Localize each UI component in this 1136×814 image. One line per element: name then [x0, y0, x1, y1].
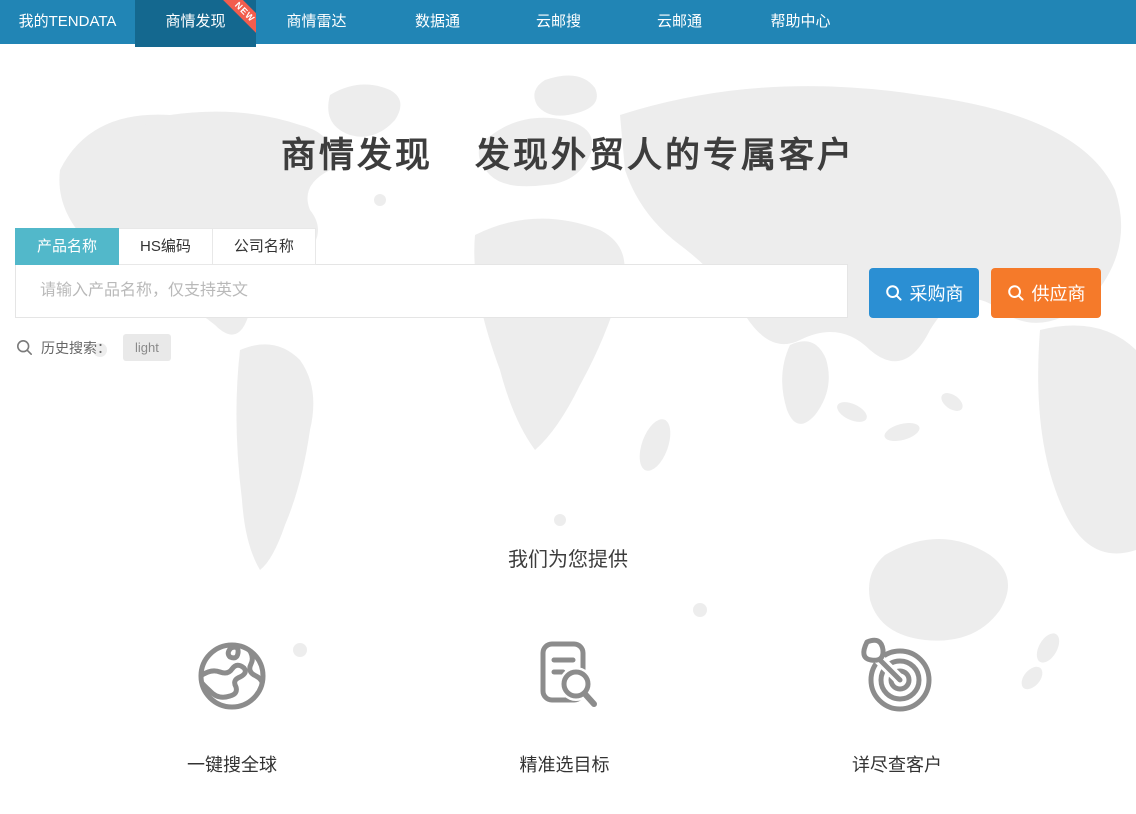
search-tabs: 产品名称 HS编码 公司名称	[15, 228, 316, 265]
nav-item-label: 我的TENDATA	[19, 13, 117, 30]
history-search-label: 历史搜索：	[41, 338, 111, 358]
page-title-left: 商情发现	[281, 135, 433, 176]
buyer-search-button[interactable]: 采购商	[869, 268, 979, 318]
nav-item-cloud-mail[interactable]: 云邮通	[619, 0, 740, 44]
nav-item-business-radar[interactable]: 商情雷达	[256, 0, 377, 44]
supplier-search-button[interactable]: 供应商	[991, 268, 1101, 318]
history-search-row: 历史搜索： light	[16, 334, 171, 361]
search-input[interactable]	[15, 264, 848, 318]
page: 我的TENDATA 商情发现 NEW 商情雷达 数据通 云邮搜 云邮通 帮助中心…	[0, 0, 1136, 814]
feature-global-search: 一键搜全球	[132, 634, 332, 777]
nav-item-label: 云邮搜	[536, 13, 581, 30]
tab-label: 产品名称	[37, 238, 97, 255]
feature-label: 一键搜全球	[132, 751, 332, 777]
features-heading: 我们为您提供	[0, 543, 1136, 572]
page-title-right: 发现外贸人的专属客户	[475, 135, 855, 176]
tab-hs-code[interactable]: HS编码	[119, 228, 213, 265]
nav-item-data-link[interactable]: 数据通	[377, 0, 498, 44]
nav-item-label: 云邮通	[657, 13, 702, 30]
nav-item-my-tendata[interactable]: 我的TENDATA	[0, 0, 135, 44]
feature-label: 精准选目标	[465, 751, 665, 777]
nav-item-label: 商情发现	[165, 13, 225, 30]
tab-label: 公司名称	[234, 238, 294, 255]
nav-item-help-center[interactable]: 帮助中心	[740, 0, 861, 44]
search-icon	[885, 284, 903, 302]
buyer-button-label: 采购商	[910, 280, 964, 306]
history-search-tag[interactable]: light	[123, 334, 171, 361]
tab-product-name[interactable]: 产品名称	[15, 228, 119, 265]
new-badge: NEW	[223, 0, 256, 34]
document-search-icon	[523, 634, 607, 718]
nav-item-cloud-mail-search[interactable]: 云邮搜	[498, 0, 619, 44]
tab-label: HS编码	[140, 238, 191, 255]
top-navbar: 我的TENDATA 商情发现 NEW 商情雷达 数据通 云邮搜 云邮通 帮助中心	[0, 0, 1136, 44]
supplier-button-label: 供应商	[1032, 280, 1086, 306]
feature-label: 详尽查客户	[797, 751, 997, 777]
page-title: 商情发现 发现外贸人的专属客户	[0, 127, 1136, 178]
nav-item-business-discovery[interactable]: 商情发现 NEW	[135, 0, 256, 47]
globe-icon	[190, 634, 274, 718]
tab-company-name[interactable]: 公司名称	[213, 228, 316, 265]
nav-item-label: 帮助中心	[770, 13, 830, 30]
features-row: 一键搜全球 精准选目标	[0, 634, 1136, 777]
nav-item-label: 数据通	[415, 13, 460, 30]
feature-detailed-customer: 详尽查客户	[797, 634, 997, 777]
history-search-icon	[16, 339, 33, 356]
target-dart-icon	[855, 634, 939, 718]
feature-precise-target: 精准选目标	[465, 634, 665, 777]
search-icon	[1007, 284, 1025, 302]
nav-item-label: 商情雷达	[286, 13, 346, 30]
